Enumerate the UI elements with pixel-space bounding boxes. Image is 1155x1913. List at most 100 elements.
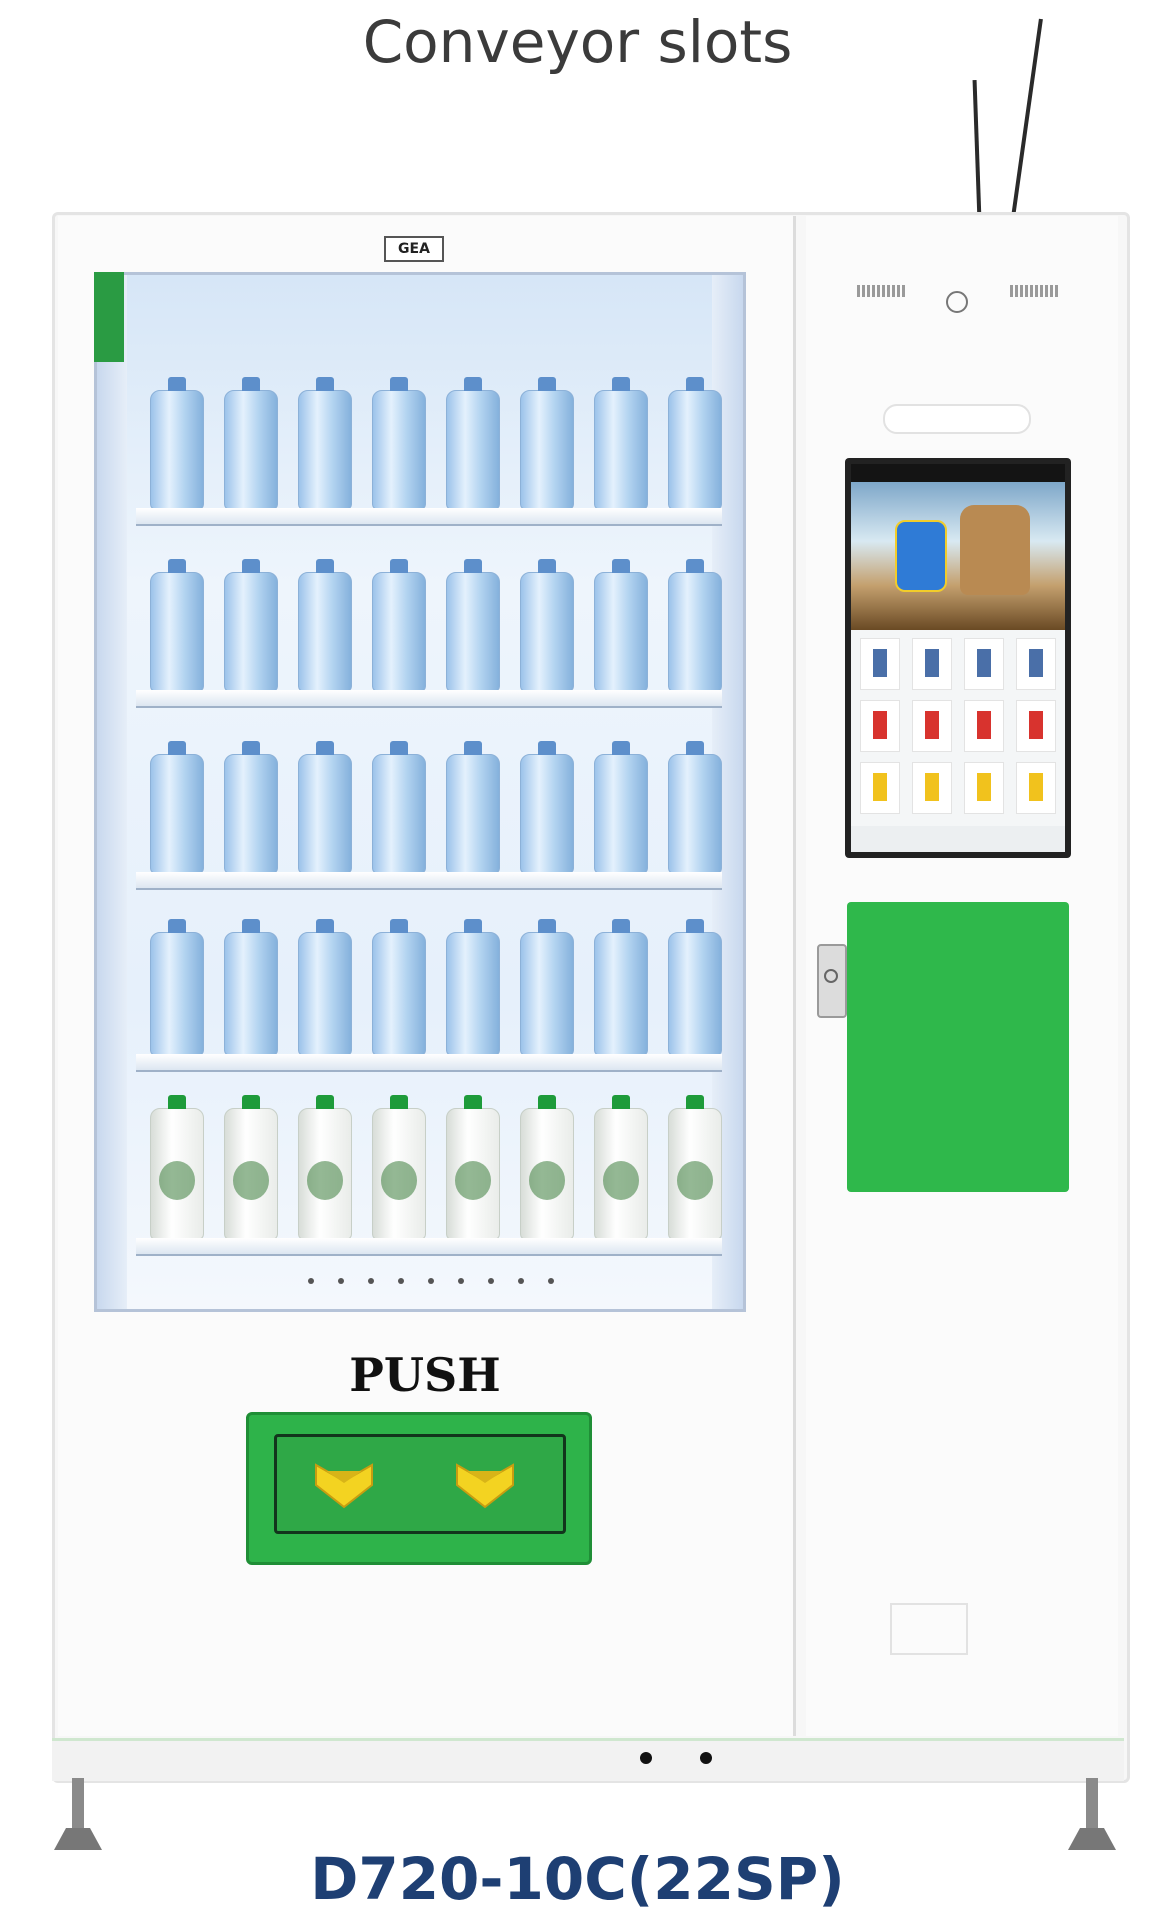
shelf <box>136 872 722 890</box>
product-thumbnail <box>873 711 887 739</box>
water-bottle <box>224 559 278 692</box>
screen-product-tile[interactable] <box>1016 638 1056 690</box>
green-cap-bottle <box>594 1095 648 1240</box>
screen-product-tile[interactable] <box>860 700 900 752</box>
shelf <box>136 690 722 708</box>
water-bottle <box>520 377 574 510</box>
payment-panel[interactable] <box>847 902 1069 1192</box>
screen-ad-banner[interactable] <box>851 482 1065 630</box>
screen-product-tile[interactable] <box>912 700 952 752</box>
product-thumbnail <box>977 711 991 739</box>
shelf <box>136 1238 722 1256</box>
water-bottle <box>150 741 204 874</box>
screen-product-tile[interactable] <box>964 638 1004 690</box>
led-dot <box>398 1278 404 1284</box>
water-bottle <box>668 741 722 874</box>
caption: Conveyor slots <box>362 8 793 76</box>
chevron-down-icon <box>456 1463 514 1509</box>
water-bottle <box>594 741 648 874</box>
water-bottle <box>150 919 204 1056</box>
water-bottle <box>520 741 574 874</box>
cabinet-base <box>52 1738 1124 1781</box>
product-thumbnail <box>925 649 939 677</box>
led-dot <box>308 1278 314 1284</box>
speaker-grille-icon <box>857 285 907 297</box>
window-wall-left <box>97 275 127 1309</box>
product-thumbnail <box>925 773 939 801</box>
water-bottle <box>372 741 426 874</box>
shelf <box>136 508 722 526</box>
chip-bag-image <box>895 520 947 592</box>
chevron-down-icon <box>315 1463 373 1509</box>
water-bottle <box>668 919 722 1056</box>
green-cap-bottle <box>224 1095 278 1240</box>
water-bottle <box>520 919 574 1056</box>
product-thumbnail <box>873 773 887 801</box>
screen-status-bar <box>851 464 1065 482</box>
water-bottle <box>446 559 500 692</box>
water-bottle <box>224 741 278 874</box>
screen-product-tile[interactable] <box>964 700 1004 752</box>
antenna-icon <box>972 79 982 221</box>
water-bottle <box>372 377 426 510</box>
camera-icon <box>946 291 968 313</box>
water-bottle <box>298 377 352 510</box>
screen-product-tile[interactable] <box>860 762 900 814</box>
green-cap-bottle <box>446 1095 500 1240</box>
water-bottle <box>446 741 500 874</box>
green-cap-bottle <box>150 1095 204 1240</box>
base-screw <box>640 1752 652 1764</box>
screen-product-tile[interactable] <box>1016 762 1056 814</box>
potato-sack-image <box>960 505 1030 595</box>
nameplate <box>890 1603 968 1655</box>
product-thumbnail <box>925 711 939 739</box>
water-bottle <box>594 919 648 1056</box>
water-bottle <box>298 559 352 692</box>
screen-product-tile[interactable] <box>912 638 952 690</box>
green-cap-bottle <box>298 1095 352 1240</box>
leveling-foot <box>1086 1778 1098 1833</box>
water-bottle <box>594 377 648 510</box>
water-bottle <box>372 559 426 692</box>
water-bottle <box>446 919 500 1056</box>
keyhole-icon <box>824 969 838 983</box>
green-cap-bottle <box>668 1095 722 1240</box>
led-dot <box>428 1278 434 1284</box>
led-dot <box>458 1278 464 1284</box>
base-screw <box>700 1752 712 1764</box>
water-bottle <box>150 377 204 510</box>
water-bottle <box>150 559 204 692</box>
water-bottle <box>372 919 426 1056</box>
water-bottle <box>668 377 722 510</box>
screen-footer <box>851 826 1065 852</box>
speaker-grille-icon <box>1010 285 1060 297</box>
water-bottle <box>224 377 278 510</box>
screen-product-tile[interactable] <box>1016 700 1056 752</box>
product-thumbnail <box>1029 649 1043 677</box>
card-reader-slot[interactable] <box>883 404 1031 434</box>
door-sticker <box>94 272 124 362</box>
brand-badge: GEA <box>384 236 444 262</box>
screen-product-tile[interactable] <box>860 638 900 690</box>
green-cap-bottle <box>372 1095 426 1240</box>
water-bottle <box>298 919 352 1056</box>
leveling-foot <box>72 1778 84 1833</box>
product-thumbnail <box>977 773 991 801</box>
led-dot <box>368 1278 374 1284</box>
water-bottle <box>298 741 352 874</box>
screen-product-tile[interactable] <box>912 762 952 814</box>
water-bottle <box>594 559 648 692</box>
led-dot <box>518 1278 524 1284</box>
product-thumbnail <box>1029 773 1043 801</box>
led-dot <box>548 1278 554 1284</box>
green-cap-bottle <box>520 1095 574 1240</box>
shelf <box>136 1054 722 1072</box>
water-bottle <box>668 559 722 692</box>
model-number: D720-10C(22SP) <box>310 1845 845 1913</box>
water-bottle <box>446 377 500 510</box>
product-thumbnail <box>977 649 991 677</box>
push-label: PUSH <box>349 1348 501 1402</box>
product-thumbnail <box>873 649 887 677</box>
screen-product-tile[interactable] <box>964 762 1004 814</box>
led-dot <box>488 1278 494 1284</box>
